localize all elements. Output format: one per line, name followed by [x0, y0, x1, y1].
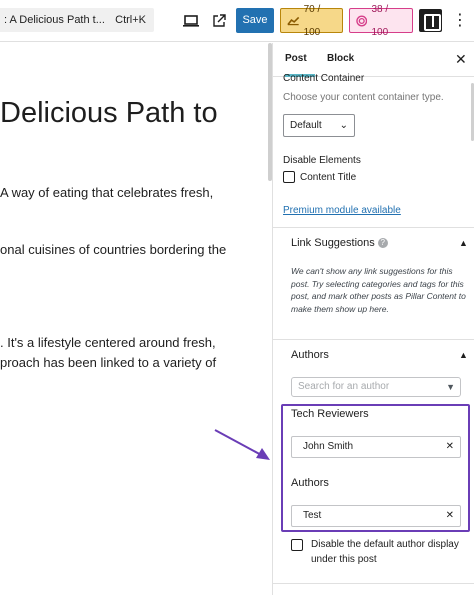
- content-container-select[interactable]: Default ⌄: [283, 114, 355, 137]
- content-title-label: Content Title: [300, 172, 357, 183]
- settings-sidebar: Post Block ✕ Content Container Choose yo…: [272, 43, 474, 595]
- tech-reviewer-field[interactable]: John Smith ✕: [291, 436, 461, 458]
- remove-icon[interactable]: ✕: [446, 437, 454, 457]
- disable-elements-label: Disable Elements: [283, 155, 361, 166]
- link-suggestions-heading[interactable]: Link Suggestions?: [291, 237, 388, 249]
- panel-divider: [273, 583, 474, 584]
- tech-reviewer-value: John Smith: [303, 441, 354, 452]
- chevron-up-icon[interactable]: ▲: [459, 238, 468, 248]
- content-container-value: Default: [290, 120, 322, 131]
- close-sidebar-icon[interactable]: ✕: [455, 51, 467, 68]
- author-search-placeholder: Search for an author: [298, 381, 390, 392]
- tab-block[interactable]: Block: [327, 53, 354, 64]
- content-container-label: Content Container: [283, 73, 365, 84]
- panel-divider: [273, 339, 474, 340]
- chevron-up-icon[interactable]: ▲: [459, 350, 468, 360]
- content-title-checkbox[interactable]: [283, 171, 295, 183]
- author-value: Test: [303, 510, 322, 521]
- help-icon[interactable]: ?: [377, 238, 388, 249]
- tab-post[interactable]: Post: [285, 53, 307, 64]
- disable-author-display-checkbox[interactable]: [291, 539, 303, 551]
- editor-window: { "topbar": { "command_text": ": A Delic…: [0, 0, 474, 595]
- disable-author-display-label: Disable the default author display under…: [311, 539, 459, 565]
- author-field[interactable]: Test ✕: [291, 505, 461, 527]
- panel-divider: [273, 227, 474, 228]
- sidebar-tabs: Post Block ✕: [273, 43, 474, 77]
- authors-panel-heading[interactable]: Authors: [291, 349, 329, 361]
- link-suggestions-note: We can't show any link suggestions for t…: [291, 266, 466, 314]
- premium-module-link[interactable]: Premium module available: [283, 205, 401, 216]
- authors-label: Authors: [291, 477, 329, 489]
- author-search-input[interactable]: Search for an author ▼: [291, 377, 461, 397]
- chevron-down-icon: ⌄: [339, 120, 348, 131]
- chevron-down-icon: ▼: [446, 382, 455, 392]
- link-suggestions-title: Link Suggestions: [291, 237, 375, 249]
- remove-icon[interactable]: ✕: [446, 506, 454, 526]
- tech-reviewers-label: Tech Reviewers: [291, 408, 369, 420]
- content-container-help: Choose your content container type.: [283, 92, 444, 103]
